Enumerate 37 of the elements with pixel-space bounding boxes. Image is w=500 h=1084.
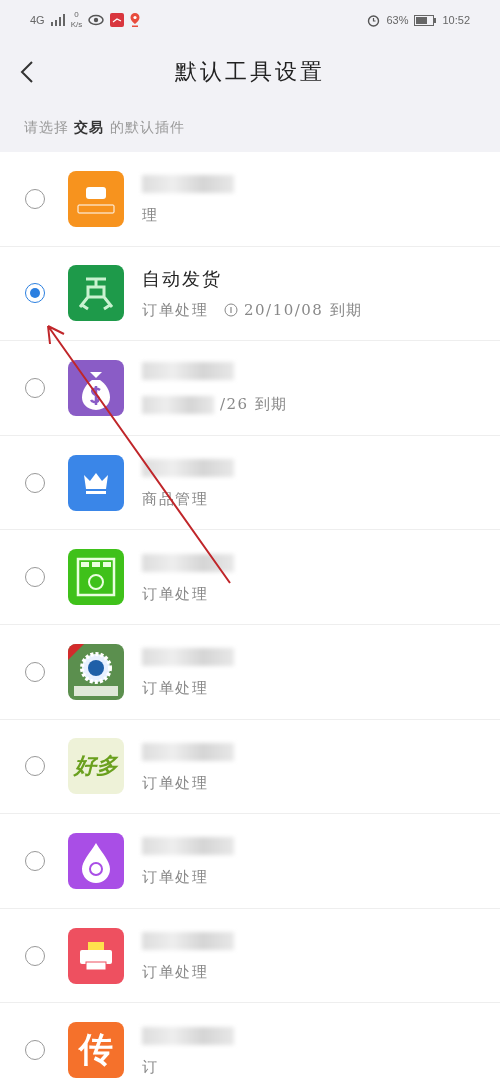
printer-app-icon [68,927,124,984]
plugin-category: 订单处理 [142,773,208,793]
location-pin-icon [130,13,141,27]
speed-unit: K/s [70,20,83,30]
section-hint: 请选择 交易 的默认插件 [23,118,186,137]
battery-icon [414,14,437,26]
logo-app-icon: 好多 [68,738,124,795]
shop-app-icon [68,549,124,606]
drop-app-icon [68,832,124,889]
crown-app-icon [68,454,124,511]
battery-percent: 63% [386,14,409,26]
info-icon [224,303,238,318]
letter-app-icon: 传 [68,1022,124,1079]
expiry-date: 20/10/08 到期 [244,300,363,320]
plugin-category: 理 [142,206,159,226]
plugin-category: 订单处理 [142,963,208,983]
gear-app-icon [68,643,124,700]
expiry-date: /26 到期 [220,395,288,415]
plugin-category: 订单处理 [142,300,208,320]
back-icon[interactable] [20,60,34,84]
page-title: 默认工具设置 [175,58,325,86]
tripod-app-icon [68,265,124,322]
plugin-name: 自动发货 [142,266,223,291]
speed-value: 0 [74,10,79,20]
clock-time: 10:52 [442,14,470,26]
plugin-category: 订单处理 [142,584,208,604]
plugin-category: 订单处理 [142,679,208,699]
network-label: 4G [30,14,45,26]
ticket-app-icon [68,170,124,227]
money-bag-app-icon [68,360,124,416]
eye-icon [88,14,105,26]
app-icon [110,13,125,27]
plugin-category: 订单处理 [142,868,208,888]
plugin-category: 订 [142,1057,159,1077]
blurred-category [142,396,214,414]
signal-icon [50,14,65,26]
alarm-icon [367,13,381,27]
